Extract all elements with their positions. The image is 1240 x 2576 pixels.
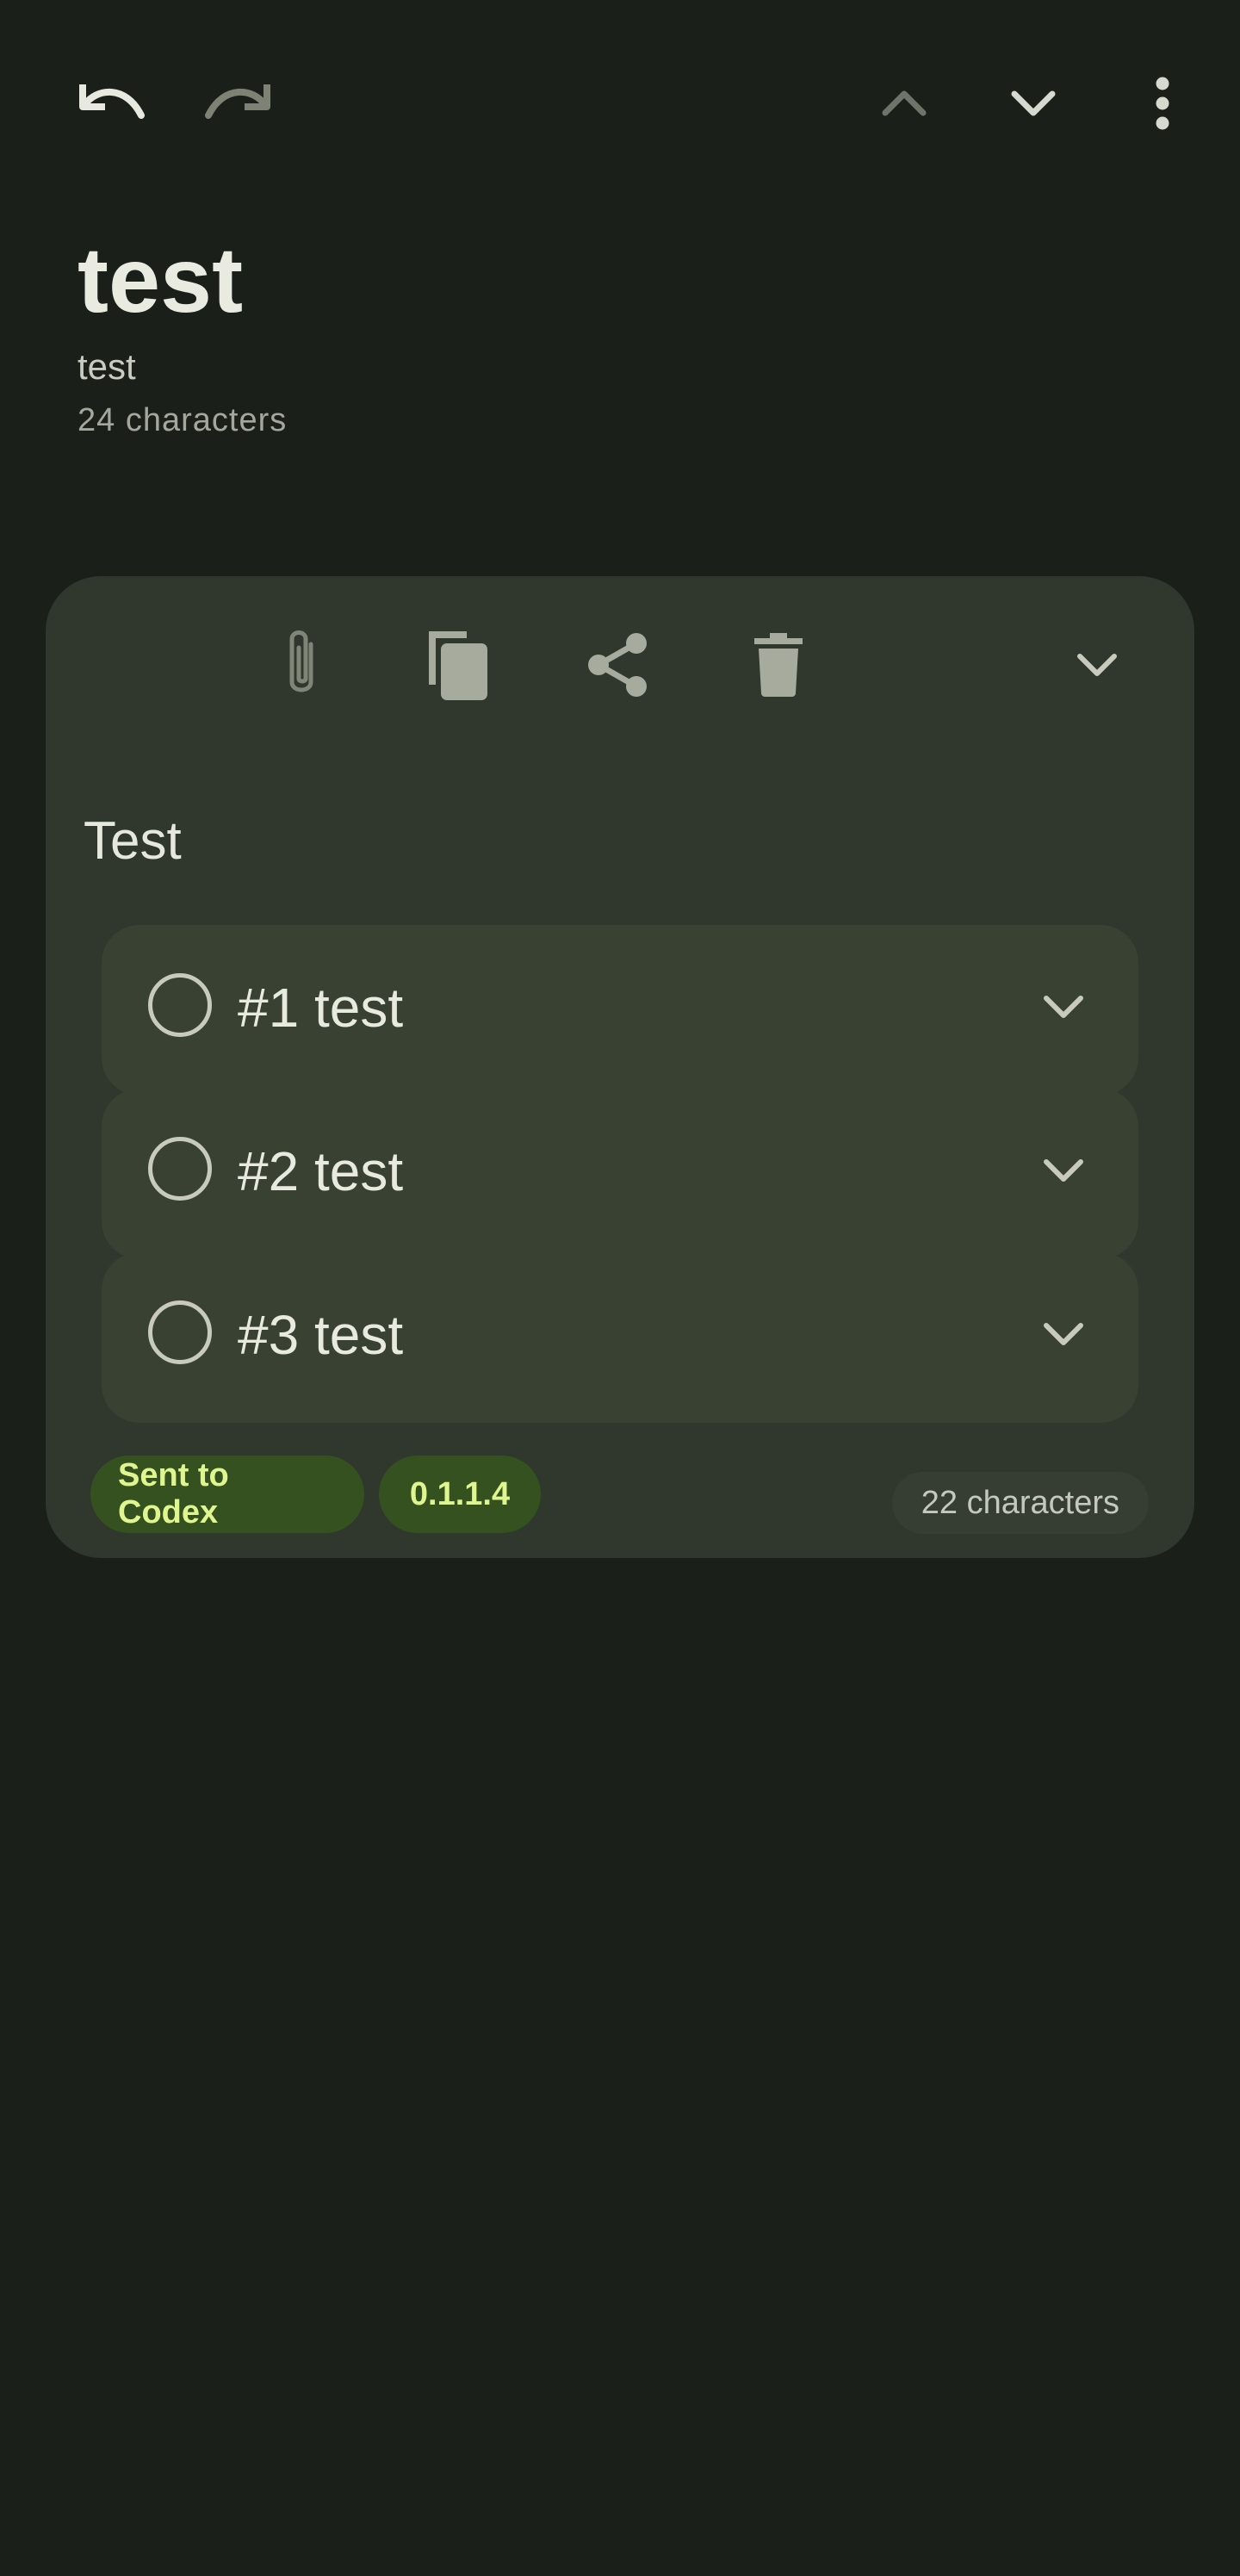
item-label[interactable]: #2 test — [238, 1137, 403, 1206]
chevron-up-icon — [882, 90, 927, 116]
chevron-down-icon — [1011, 90, 1056, 116]
chevron-down-icon — [1044, 1159, 1083, 1182]
checklist-item[interactable]: #3 test — [102, 1252, 1138, 1423]
more-options-button[interactable] — [1119, 60, 1206, 146]
card-character-count: 22 characters — [891, 1472, 1149, 1534]
note-character-count: 24 characters — [78, 402, 288, 438]
item-checkbox[interactable] — [148, 1300, 212, 1364]
share-icon — [588, 633, 647, 697]
share-button[interactable] — [571, 618, 666, 712]
attach-icon — [289, 630, 313, 692]
undo-button[interactable] — [67, 60, 153, 146]
item-checkbox[interactable] — [148, 973, 212, 1037]
checklist-item[interactable]: #2 test — [102, 1089, 1138, 1259]
redo-icon — [205, 84, 270, 119]
note-subtitle: test — [78, 346, 136, 387]
expand-item-button[interactable] — [1033, 1304, 1094, 1364]
note-title[interactable]: test — [78, 226, 287, 333]
top-toolbar — [0, 0, 1240, 207]
expand-item-button[interactable] — [1033, 1140, 1094, 1201]
more-vert-icon — [1156, 77, 1169, 130]
delete-button[interactable] — [731, 618, 826, 712]
item-checkbox[interactable] — [148, 1137, 212, 1201]
redo-button[interactable] — [196, 60, 282, 146]
copy-button[interactable] — [410, 618, 505, 712]
attach-button[interactable] — [254, 618, 349, 712]
note-header: test test 24 characters — [78, 226, 287, 440]
status-chip[interactable]: Sent to Codex — [90, 1456, 364, 1533]
expand-item-button[interactable] — [1033, 977, 1094, 1037]
card-heading[interactable]: Test — [84, 810, 182, 872]
chevron-down-icon — [1044, 996, 1083, 1018]
chevron-down-icon — [1044, 1323, 1083, 1345]
item-label[interactable]: #1 test — [238, 973, 403, 1042]
copy-icon — [429, 631, 487, 700]
chevron-down-icon — [1077, 654, 1117, 676]
checklist-card: Test #1 test #2 test #3 test Sent to Cod… — [46, 576, 1194, 1558]
version-chip[interactable]: 0.1.1.4 — [379, 1456, 541, 1533]
collapse-card-button[interactable] — [1050, 618, 1144, 712]
undo-icon — [79, 84, 145, 119]
item-label[interactable]: #3 test — [238, 1300, 403, 1369]
next-button[interactable] — [990, 60, 1076, 146]
checklist-item[interactable]: #1 test — [102, 925, 1138, 1096]
delete-icon — [754, 633, 803, 697]
previous-button[interactable] — [861, 60, 947, 146]
